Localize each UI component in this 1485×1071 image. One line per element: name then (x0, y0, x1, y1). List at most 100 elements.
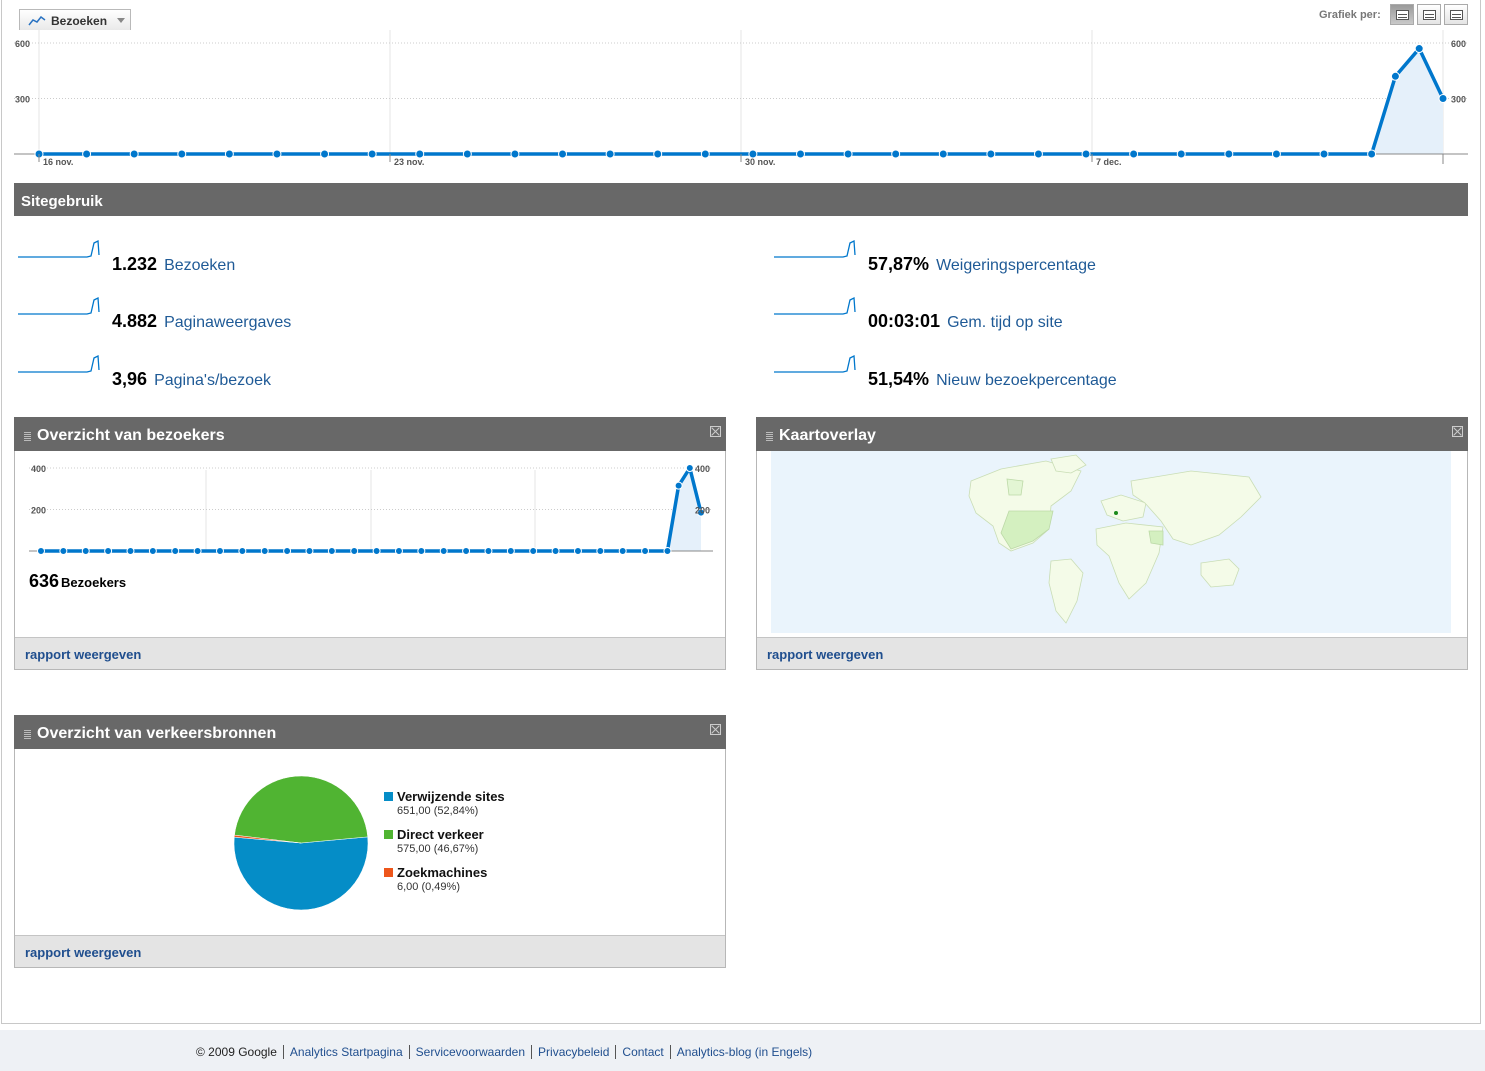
data-point[interactable]: 0 (272, 149, 282, 159)
metric-value-row: 51,54% Nieuw bezoekpercentage (868, 369, 1117, 390)
data-point[interactable]: 0 (1319, 149, 1329, 159)
data-point[interactable]: 0 (641, 547, 650, 555)
data-point[interactable]: 0 (1367, 149, 1377, 159)
data-point[interactable]: 0 (462, 149, 472, 159)
data-point[interactable]: 0 (618, 547, 627, 555)
data-point[interactable]: 0 (305, 547, 314, 555)
metric-value: 4.882 (112, 311, 158, 331)
data-point[interactable]: 0 (653, 149, 663, 159)
data-point[interactable]: 0 (238, 547, 247, 555)
data-point[interactable]: 0 (938, 149, 948, 159)
data-point[interactable]: 0 (129, 149, 139, 159)
data-point[interactable]: 0 (260, 547, 269, 555)
data-point[interactable]: 0 (215, 547, 224, 555)
metric-name-link[interactable]: Bezoeken (164, 257, 235, 274)
data-point[interactable]: 0 (193, 547, 202, 555)
data-point[interactable]: 400 (685, 464, 694, 472)
data-point[interactable]: 0 (394, 547, 403, 555)
data-point[interactable]: 0 (1129, 149, 1139, 159)
data-point[interactable]: 0 (417, 547, 426, 555)
drag-handle-icon[interactable] (766, 432, 773, 442)
metric-dropdown[interactable]: Bezoeken (19, 9, 131, 30)
data-point[interactable]: 0 (327, 547, 336, 555)
data-point[interactable]: 0 (126, 547, 135, 555)
data-point[interactable]: 0 (372, 547, 381, 555)
data-point[interactable]: 0 (551, 547, 560, 555)
graph-by-label: Grafiek per: (1319, 9, 1381, 21)
data-point[interactable]: 0 (350, 547, 359, 555)
metric-name-link[interactable]: Pagina's/bezoek (154, 372, 271, 389)
data-point[interactable]: 0 (605, 149, 615, 159)
data-point[interactable]: 0 (573, 547, 582, 555)
drag-handle-icon[interactable] (24, 730, 31, 740)
data-point[interactable]: 0 (1176, 149, 1186, 159)
data-point[interactable]: 0 (558, 149, 568, 159)
data-point[interactable]: 315 (674, 481, 683, 490)
graph-week-button[interactable] (1417, 4, 1441, 25)
close-icon[interactable] (710, 426, 721, 437)
data-point[interactable]: 0 (700, 149, 710, 159)
data-point[interactable]: 0 (986, 149, 996, 159)
data-point[interactable]: 0 (439, 547, 448, 555)
footer-link-privacybeleid[interactable]: Privacybeleid (532, 1045, 617, 1059)
close-icon[interactable] (1452, 426, 1463, 437)
legend-item: Direct verkeer 575,00 (46,67%) (384, 827, 505, 857)
x-tick-label: 23 nov. (394, 157, 424, 167)
data-point[interactable]: 0 (596, 547, 605, 555)
graph-month-button[interactable] (1444, 4, 1468, 25)
data-point[interactable]: 0 (37, 547, 45, 555)
map-widget-header[interactable]: Kaartoverlay (756, 417, 1468, 451)
data-point[interactable]: 0 (506, 547, 515, 555)
footer-link-blog[interactable]: Analytics-blog (in Engels) (671, 1045, 818, 1059)
data-point[interactable]: 0 (104, 547, 113, 555)
data-point[interactable]: 0 (484, 547, 493, 555)
data-point[interactable]: 0 (1224, 149, 1234, 159)
data-point[interactable]: 0 (843, 149, 853, 159)
visitors-widget-header[interactable]: Overzicht van bezoekers (14, 417, 726, 451)
drag-handle-icon[interactable] (24, 432, 31, 442)
data-point[interactable]: 300 (1438, 94, 1448, 103)
visitors-report-link[interactable]: rapport weergeven (15, 637, 725, 669)
metric-name-link[interactable]: Gem. tijd op site (947, 314, 1063, 331)
close-icon[interactable] (710, 724, 721, 735)
world-map[interactable] (771, 451, 1451, 633)
metric-value: 57,87% (868, 254, 930, 274)
data-point[interactable]: 0 (891, 149, 901, 159)
data-point[interactable]: 0 (1081, 149, 1091, 159)
data-point[interactable]: 0 (795, 149, 805, 159)
traffic-report-link[interactable]: rapport weergeven (15, 935, 725, 967)
footer-link-servicevoorwaarden[interactable]: Servicevoorwaarden (410, 1045, 533, 1059)
data-point[interactable]: 0 (148, 547, 157, 555)
data-point[interactable]: 420 (1390, 71, 1400, 81)
footer-link-contact[interactable]: Contact (616, 1045, 671, 1059)
pie-slice[interactable] (234, 775, 368, 844)
data-point[interactable]: 570 (1414, 44, 1424, 54)
metric-name-link[interactable]: Paginaweergaves (164, 314, 291, 331)
data-point[interactable]: 0 (529, 547, 538, 555)
data-point[interactable]: 0 (283, 547, 292, 555)
data-point[interactable]: 0 (462, 547, 471, 555)
y-tick-label: 400 (695, 464, 710, 474)
data-point[interactable]: 0 (320, 149, 330, 159)
data-point[interactable]: 0 (510, 149, 520, 159)
footer-link-startpagina[interactable]: Analytics Startpagina (284, 1045, 410, 1059)
data-point[interactable]: 0 (59, 547, 68, 555)
data-point[interactable]: 0 (1271, 149, 1281, 159)
metric-name-link[interactable]: Weigeringspercentage (936, 257, 1096, 274)
pie-slice[interactable] (233, 836, 369, 911)
data-point[interactable]: 0 (1033, 149, 1043, 159)
metric-name-link[interactable]: Nieuw bezoekpercentage (936, 372, 1117, 389)
data-point[interactable]: 0 (82, 149, 92, 159)
data-point[interactable]: 0 (224, 149, 234, 159)
data-point[interactable]: 0 (81, 547, 90, 555)
data-point[interactable]: 0 (367, 149, 377, 159)
graph-day-button[interactable] (1390, 4, 1414, 25)
map-widget-title: Kaartoverlay (779, 427, 876, 444)
data-point[interactable]: 0 (177, 149, 187, 159)
metric-dropdown-label: Bezoeken (51, 14, 108, 28)
metric-value-row: 57,87% Weigeringspercentage (868, 254, 1096, 275)
data-point[interactable]: 0 (663, 547, 672, 555)
map-report-link[interactable]: rapport weergeven (757, 637, 1467, 669)
traffic-widget-header[interactable]: Overzicht van verkeersbronnen (14, 715, 726, 749)
data-point[interactable]: 0 (171, 547, 180, 555)
